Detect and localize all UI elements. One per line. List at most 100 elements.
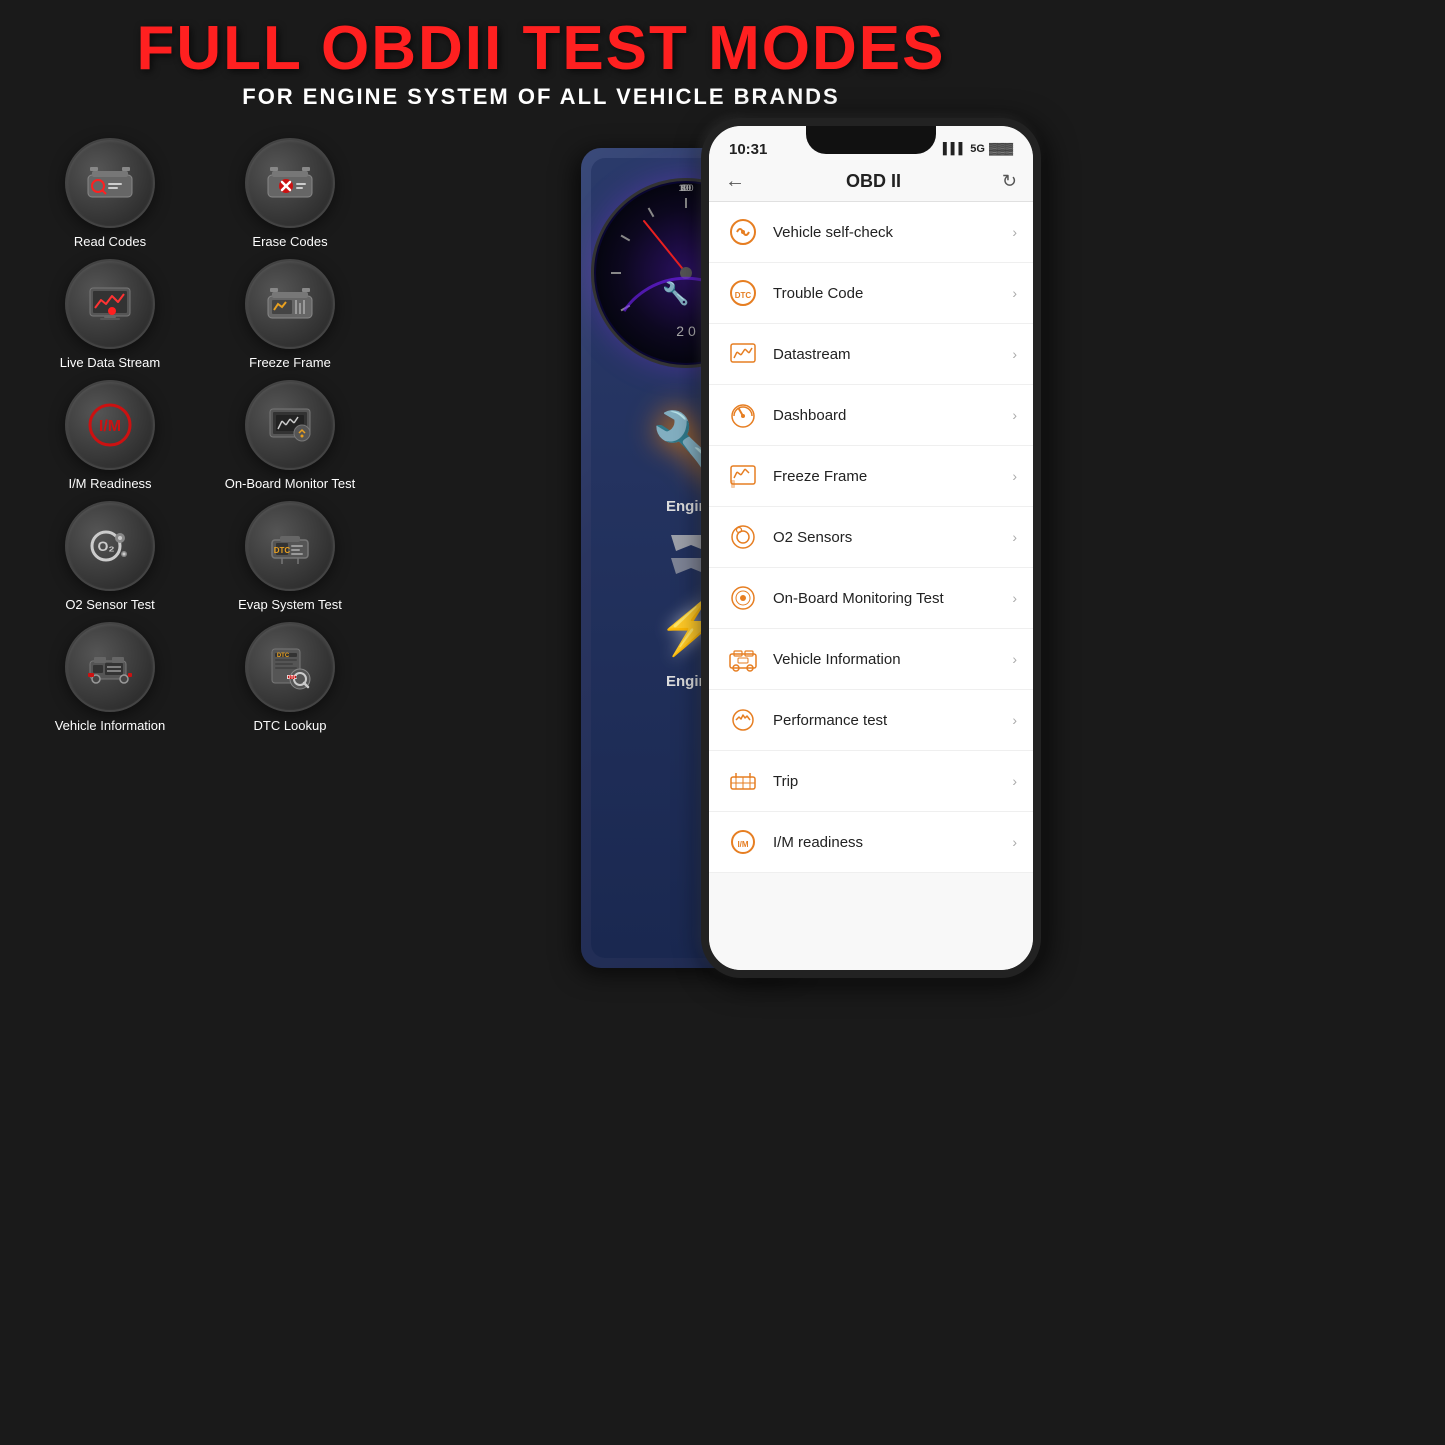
center-device: 100 80 60 40 20 0	[380, 118, 1062, 988]
menu-item-performance[interactable]: Performance test ›	[709, 690, 1033, 751]
menu-item-im-readiness[interactable]: I/M I/M readiness ›	[709, 812, 1033, 873]
freeze-frame-menu-icon	[725, 458, 761, 494]
im-readiness-menu-chevron: ›	[1012, 834, 1017, 850]
phone-screen: 10:31 ▌▌▌ 5G ▓▓▓ ← OBD II ↻	[709, 126, 1033, 970]
evap-icon-circle: DTC	[245, 501, 335, 591]
feature-vehicle-info: Vehicle Information	[30, 622, 190, 733]
svg-text:DTC: DTC	[277, 653, 290, 659]
performance-icon	[725, 702, 761, 738]
freeze-frame-icon-circle	[245, 259, 335, 349]
erase-codes-icon-circle	[245, 138, 335, 228]
feature-o2-sensor: O₂ O2 Sensor Test	[30, 501, 190, 612]
phone-device: 10:31 ▌▌▌ 5G ▓▓▓ ← OBD II ↻	[701, 118, 1041, 978]
page-header: FULL OBDII TEST MODES FOR ENGINE SYSTEM …	[0, 0, 1082, 118]
main-content: Read Codes Erase Codes	[0, 128, 1082, 988]
svg-text:DTC: DTC	[287, 675, 298, 681]
vehicle-info-svg	[84, 641, 136, 693]
status-icons: ▌▌▌ 5G ▓▓▓	[943, 143, 1013, 155]
menu-item-datastream[interactable]: Datastream ›	[709, 324, 1033, 385]
features-grid: Read Codes Erase Codes	[20, 128, 380, 988]
self-check-chevron: ›	[1012, 224, 1017, 240]
svg-text:I/M: I/M	[737, 840, 748, 849]
datastream-icon	[725, 336, 761, 372]
menu-item-on-board-monitoring[interactable]: On-Board Monitoring Test ›	[709, 568, 1033, 629]
svg-text:DTC: DTC	[735, 291, 752, 300]
vehicle-info-icon-circle	[65, 622, 155, 712]
vehicle-info-menu-chevron: ›	[1012, 651, 1017, 667]
dtc-svg: DTC DTC	[264, 641, 316, 693]
live-data-svg	[84, 278, 136, 330]
im-label: I/M Readiness	[68, 476, 151, 491]
svg-text:O₂: O₂	[97, 538, 114, 554]
freeze-frame-menu-text: Freeze Frame	[773, 468, 1012, 485]
read-codes-label: Read Codes	[74, 234, 146, 249]
menu-item-vehicle-info[interactable]: Vehicle Information ›	[709, 629, 1033, 690]
feature-live-data: Live Data Stream	[30, 259, 190, 370]
feature-read-codes: Read Codes	[30, 138, 190, 249]
vehicle-info-menu-icon	[725, 641, 761, 677]
menu-item-trouble-code[interactable]: DTC Trouble Code ›	[709, 263, 1033, 324]
feature-im-readiness: I/M I/M Readiness	[30, 380, 190, 491]
datastream-chevron: ›	[1012, 346, 1017, 362]
feature-freeze-frame: Freeze Frame	[210, 259, 370, 370]
im-readiness-menu-text: I/M readiness	[773, 834, 1012, 851]
read-codes-icon-circle	[65, 138, 155, 228]
svg-text:DTC: DTC	[274, 546, 291, 555]
status-time: 10:31	[729, 141, 767, 158]
im-svg: I/M	[84, 399, 136, 451]
back-button[interactable]: ←	[725, 170, 745, 193]
menu-item-dashboard[interactable]: Dashboard ›	[709, 385, 1033, 446]
feature-on-board: On-Board Monitor Test	[210, 380, 370, 491]
trip-chevron: ›	[1012, 773, 1017, 789]
trouble-code-icon: DTC	[725, 275, 761, 311]
im-icon-circle: I/M	[65, 380, 155, 470]
performance-chevron: ›	[1012, 712, 1017, 728]
app-header: ← OBD II ↻	[709, 162, 1033, 202]
menu-item-o2-sensors[interactable]: O2 Sensors ›	[709, 507, 1033, 568]
o2-sensors-chevron: ›	[1012, 529, 1017, 545]
phone-notch	[806, 126, 936, 154]
trouble-code-chevron: ›	[1012, 285, 1017, 301]
on-board-svg	[264, 399, 316, 451]
trip-icon	[725, 763, 761, 799]
performance-text: Performance test	[773, 712, 1012, 729]
dashboard-icon	[725, 397, 761, 433]
o2-svg: O₂	[84, 520, 136, 572]
im-readiness-menu-icon: I/M	[725, 824, 761, 860]
self-check-icon	[725, 214, 761, 250]
evap-label: Evap System Test	[238, 597, 342, 612]
datastream-text: Datastream	[773, 346, 1012, 363]
read-codes-svg	[84, 157, 136, 209]
device-wrapper: 100 80 60 40 20 0	[581, 118, 861, 988]
live-data-label: Live Data Stream	[60, 355, 160, 370]
dtc-label: DTC Lookup	[254, 718, 327, 733]
feature-dtc-lookup: DTC DTC DTC Lookup	[210, 622, 370, 733]
on-board-monitoring-chevron: ›	[1012, 590, 1017, 606]
battery-icon: ▓▓▓	[989, 143, 1013, 155]
freeze-frame-menu-chevron: ›	[1012, 468, 1017, 484]
freeze-frame-svg	[264, 278, 316, 330]
refresh-button[interactable]: ↻	[1002, 171, 1017, 192]
o2-sensors-text: O2 Sensors	[773, 529, 1012, 546]
trip-text: Trip	[773, 773, 1012, 790]
main-subtitle: FOR ENGINE SYSTEM OF ALL VEHICLE BRANDS	[0, 84, 1082, 110]
on-board-monitoring-text: On-Board Monitoring Test	[773, 590, 1012, 607]
svg-text:I/M: I/M	[99, 418, 121, 435]
on-board-monitoring-icon	[725, 580, 761, 616]
main-title: FULL OBDII TEST MODES	[0, 18, 1082, 80]
vehicle-info-label: Vehicle Information	[55, 718, 166, 733]
dtc-icon-circle: DTC DTC	[245, 622, 335, 712]
menu-item-freeze-frame[interactable]: Freeze Frame ›	[709, 446, 1033, 507]
menu-list: Vehicle self-check › DTC Trouble Code	[709, 202, 1033, 873]
network-type: 5G	[970, 143, 985, 155]
o2-sensors-icon	[725, 519, 761, 555]
o2-label: O2 Sensor Test	[65, 597, 154, 612]
menu-item-trip[interactable]: Trip ›	[709, 751, 1033, 812]
vehicle-info-menu-text: Vehicle Information	[773, 651, 1012, 668]
menu-item-self-check[interactable]: Vehicle self-check ›	[709, 202, 1033, 263]
erase-codes-svg	[264, 157, 316, 209]
evap-svg: DTC	[264, 520, 316, 572]
trouble-code-text: Trouble Code	[773, 285, 1012, 302]
freeze-frame-label: Freeze Frame	[249, 355, 331, 370]
signal-bars: ▌▌▌	[943, 143, 966, 155]
